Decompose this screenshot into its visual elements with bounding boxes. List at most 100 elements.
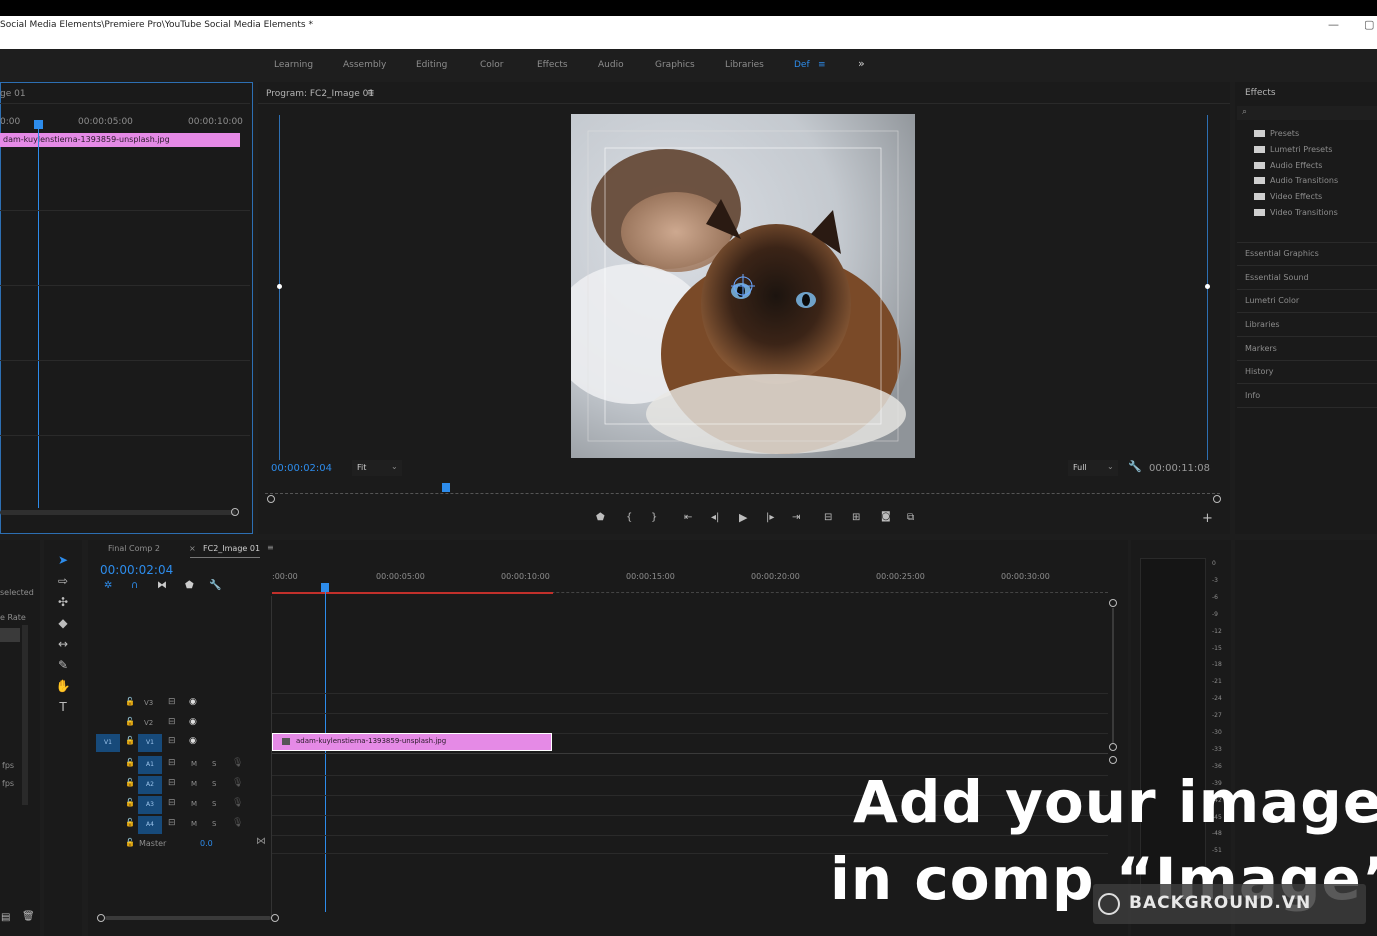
eye-icon[interactable]: ◉ [189,717,197,727]
track-header-a3[interactable]: 🔓 A3 ⊟ M S 🎙 [90,796,272,814]
track-header-v3[interactable]: 🔓 V3 ⊟ ◉ [90,695,272,713]
panel-essential-graphics[interactable]: Essential Graphics [1237,244,1377,266]
project-row-selected[interactable] [0,628,20,642]
panel-libraries[interactable]: Libraries [1237,315,1377,337]
step-back-icon[interactable]: ◂| [711,512,719,523]
track-header-v1[interactable]: V1 🔓 V1 ⊟ ◉ [90,734,272,752]
program-timecode[interactable]: 00:00:02:04 [271,463,332,474]
zoom-handle-left[interactable] [267,495,275,503]
lock-icon[interactable]: 🔓 [125,798,135,807]
effects-item-audio-transitions[interactable]: Audio Transitions [1244,176,1338,185]
mark-in-icon[interactable]: { [626,512,632,523]
ws-tab-audio[interactable]: Audio [598,60,624,70]
lock-icon[interactable]: 🔓 [125,697,135,706]
mute-button[interactable]: M [191,780,197,788]
video-vscrollbar[interactable] [1112,608,1114,743]
wrench-icon[interactable]: 🔧 [209,580,221,591]
go-to-end-icon[interactable]: ⋈ [256,836,266,847]
add-marker-icon[interactable]: ⬟ [596,512,605,523]
solo-button[interactable]: S [212,800,216,808]
mute-button[interactable]: M [191,760,197,768]
hscroll-handle-right[interactable] [271,914,279,922]
vscroll-handle[interactable] [1109,599,1117,607]
timeline-tab-final-comp[interactable]: Final Comp 2 [108,544,160,553]
sync-lock-icon[interactable]: ⊟ [168,778,176,788]
track-target-a4[interactable]: A4 [138,816,162,834]
track-header-a2[interactable]: 🔓 A2 ⊟ M S 🎙 [90,776,272,794]
solo-button[interactable]: S [212,760,216,768]
guide-handle[interactable] [277,284,282,289]
panel-markers[interactable]: Markers [1237,339,1377,361]
work-area-bar[interactable] [272,592,553,594]
track-header-a4[interactable]: 🔓 A4 ⊟ M S 🎙 [90,816,272,834]
mute-button[interactable]: M [191,820,197,828]
ws-tab-graphics[interactable]: Graphics [655,60,695,70]
extract-icon[interactable]: ⊞ [852,512,860,523]
track-target-a1[interactable]: A1 [138,756,162,774]
panel-lumetri-color[interactable]: Lumetri Color [1237,291,1377,313]
go-to-in-icon[interactable]: ⇤ [684,512,692,523]
timeline-hscrollbar[interactable] [105,916,271,920]
lock-icon[interactable]: 🔓 [125,736,135,745]
type-tool-icon[interactable]: T [55,700,71,714]
scroll-handle[interactable] [231,508,239,516]
sync-lock-icon[interactable]: ⊟ [168,758,176,768]
linked-selection-icon[interactable]: ⧓ [157,580,167,591]
program-playhead[interactable] [442,483,450,492]
panel-history[interactable]: History [1237,362,1377,384]
ripple-edit-tool-icon[interactable]: ✣ [55,595,71,609]
program-time-ruler[interactable] [265,486,1220,494]
add-marker-icon[interactable]: ⬟ [185,580,194,591]
workspace-menu-icon[interactable]: ≡ [818,60,826,70]
track-target-v1[interactable]: V1 [138,734,162,752]
wrench-icon[interactable]: 🔧 [1128,460,1142,473]
hand-tool-icon[interactable]: ✋ [55,679,71,693]
program-frame-image[interactable] [571,114,915,458]
pen-tool-icon[interactable]: ✎ [55,658,71,672]
microphone-icon[interactable]: 🎙 [232,818,243,828]
ws-tab-default[interactable]: Def [794,60,810,70]
close-icon[interactable]: × [189,544,196,553]
track-target-a2[interactable]: A2 [138,776,162,794]
sync-lock-icon[interactable]: ⊟ [168,818,176,828]
track-header-a1[interactable]: 🔓 A1 ⊟ M S 🎙 [90,756,272,774]
lock-icon[interactable]: 🔓 [125,838,135,847]
timeline-menu-icon[interactable]: ≡ [267,543,274,552]
sync-lock-icon[interactable]: ⊟ [168,717,176,727]
trash-icon[interactable]: 🗑 [22,911,35,922]
lock-icon[interactable]: 🔓 [125,818,135,827]
solo-button[interactable]: S [212,780,216,788]
go-to-out-icon[interactable]: ⇥ [792,512,800,523]
sync-lock-icon[interactable]: ⊟ [168,697,176,707]
panel-essential-sound[interactable]: Essential Sound [1237,268,1377,290]
microphone-icon[interactable]: 🎙 [232,758,243,768]
sync-lock-icon[interactable]: ⊟ [168,736,176,746]
ws-tab-editing[interactable]: Editing [416,60,447,70]
solo-button[interactable]: S [212,820,216,828]
timeline-tab-fc2-image[interactable]: FC2_Image 01 [203,544,260,553]
effects-item-presets[interactable]: Presets [1244,129,1299,138]
razor-tool-icon[interactable]: ◆ [55,616,71,630]
microphone-icon[interactable]: 🎙 [232,798,243,808]
guide-handle[interactable] [1205,284,1210,289]
lock-icon[interactable]: 🔓 [125,717,135,726]
source-patch-v1[interactable]: V1 [96,734,120,752]
panel-info[interactable]: Info [1237,386,1377,408]
slip-tool-icon[interactable]: ↔ [55,637,71,651]
more-workspaces-icon[interactable]: » [858,57,865,70]
master-volume[interactable]: 0.0 [200,839,213,848]
track-header-master[interactable]: 🔓 Master 0.0 ⋈ [90,836,272,854]
source-scrollbar[interactable] [0,510,236,515]
effects-item-lumetri-presets[interactable]: Lumetri Presets [1244,145,1332,154]
ws-tab-effects[interactable]: Effects [537,60,568,70]
mark-out-icon[interactable]: } [651,512,657,523]
ws-tab-color[interactable]: Color [480,60,504,70]
step-forward-icon[interactable]: |▸ [766,512,774,523]
restore-button[interactable]: ▢ [1364,18,1374,31]
hscroll-handle-left[interactable] [97,914,105,922]
eye-icon[interactable]: ◉ [189,697,197,707]
effects-item-audio-effects[interactable]: Audio Effects [1244,161,1322,170]
ws-tab-libraries[interactable]: Libraries [725,60,764,70]
ws-tab-learning[interactable]: Learning [274,60,313,70]
camera-icon[interactable]: ◙ [881,511,891,522]
